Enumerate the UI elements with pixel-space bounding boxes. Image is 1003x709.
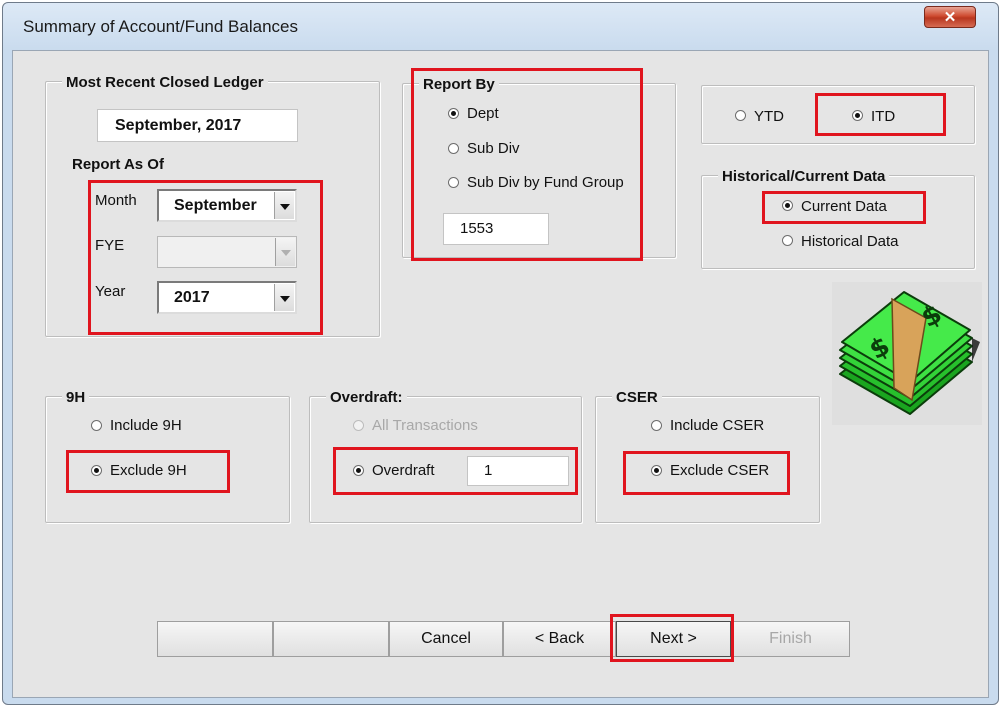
month-combobox[interactable]: September <box>157 189 297 222</box>
closed-ledger-title: Most Recent Closed Ledger <box>62 74 268 91</box>
radio-overdraft-label[interactable]: Overdraft <box>372 462 435 479</box>
report-as-of-title: Report As Of <box>72 156 164 173</box>
radio-ytd[interactable] <box>735 110 746 121</box>
dept-code-value: 1553 <box>460 220 494 237</box>
money-stack-icon: $ $ <box>832 282 982 425</box>
finish-button: Finish <box>731 621 850 657</box>
closed-ledger-text: September, 2017 <box>115 117 242 134</box>
month-value: September <box>174 197 257 214</box>
report-by-title: Report By <box>419 76 499 93</box>
radio-sub-div-fund-group-label[interactable]: Sub Div by Fund Group <box>467 174 624 191</box>
historical-group <box>701 175 975 269</box>
cser-group <box>595 396 820 523</box>
fye-combobox[interactable] <box>157 236 297 268</box>
chevron-down-icon[interactable] <box>274 284 294 311</box>
radio-exclude-9h[interactable] <box>91 465 102 476</box>
radio-sub-div[interactable] <box>448 143 459 154</box>
chevron-down-icon <box>275 238 295 266</box>
radio-historical-data[interactable] <box>782 235 793 246</box>
radio-exclude-9h-label[interactable]: Exclude 9H <box>110 462 187 479</box>
cancel-button[interactable]: Cancel <box>389 621 503 657</box>
radio-current-data[interactable] <box>782 200 793 211</box>
radio-sub-div-label[interactable]: Sub Div <box>467 140 520 157</box>
month-label: Month <box>95 192 137 209</box>
radio-ytd-label[interactable]: YTD <box>754 108 784 125</box>
year-label: Year <box>95 283 126 300</box>
historical-title: Historical/Current Data <box>718 168 890 185</box>
cancel-button-label: Cancel <box>421 630 471 647</box>
radio-all-transactions <box>353 420 364 431</box>
nine-h-title: 9H <box>62 389 90 406</box>
dialog-window: Summary of Account/Fund Balances ✕ Most … <box>2 2 999 705</box>
radio-current-data-label[interactable]: Current Data <box>801 198 887 215</box>
overdraft-value: 1 <box>484 462 493 479</box>
close-icon: ✕ <box>943 9 957 26</box>
cser-title: CSER <box>612 389 662 406</box>
overdraft-input[interactable]: 1 <box>467 456 569 486</box>
close-button[interactable]: ✕ <box>924 6 976 28</box>
radio-itd-label[interactable]: ITD <box>871 108 895 125</box>
radio-include-9h[interactable] <box>91 420 102 431</box>
radio-sub-div-fund-group[interactable] <box>448 177 459 188</box>
next-button-label: Next > <box>650 630 697 647</box>
year-combobox[interactable]: 2017 <box>157 281 297 314</box>
money-stack-graphic: $ $ <box>839 291 980 415</box>
nine-h-group <box>45 396 290 523</box>
dept-code-input[interactable]: 1553 <box>443 213 549 245</box>
year-value: 2017 <box>174 289 210 306</box>
radio-overdraft[interactable] <box>353 465 364 476</box>
radio-include-9h-label[interactable]: Include 9H <box>110 417 182 434</box>
radio-exclude-cser-label[interactable]: Exclude CSER <box>670 462 769 479</box>
closed-ledger-value: September, 2017 <box>97 109 298 142</box>
overdraft-title: Overdraft: <box>326 389 407 406</box>
fye-label: FYE <box>95 237 125 254</box>
radio-include-cser-label[interactable]: Include CSER <box>670 417 764 434</box>
chevron-down-icon[interactable] <box>274 192 294 219</box>
radio-dept[interactable] <box>448 108 459 119</box>
back-button[interactable]: < Back <box>503 621 616 657</box>
dialog-client: Most Recent Closed Ledger September, 201… <box>12 50 989 698</box>
title-bar: Summary of Account/Fund Balances ✕ <box>3 3 998 49</box>
finish-button-label: Finish <box>769 630 812 647</box>
radio-dept-label[interactable]: Dept <box>467 105 499 122</box>
next-button[interactable]: Next > <box>616 621 731 657</box>
radio-exclude-cser[interactable] <box>651 465 662 476</box>
window-title: Summary of Account/Fund Balances <box>23 17 298 36</box>
blank-button-1[interactable] <box>157 621 273 657</box>
radio-itd[interactable] <box>852 110 863 121</box>
back-button-label: < Back <box>534 630 585 647</box>
radio-include-cser[interactable] <box>651 420 662 431</box>
radio-historical-data-label[interactable]: Historical Data <box>801 233 899 250</box>
blank-button-2[interactable] <box>273 621 389 657</box>
radio-all-transactions-label: All Transactions <box>372 417 478 434</box>
